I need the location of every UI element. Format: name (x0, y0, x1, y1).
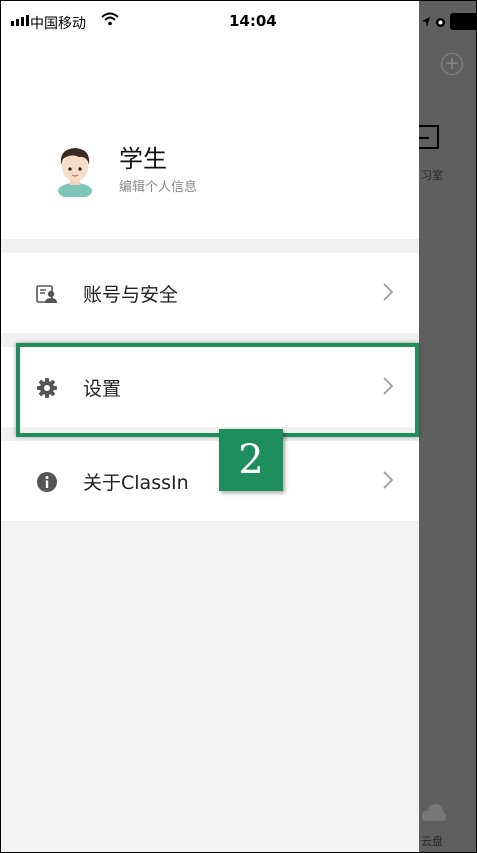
phone-screen: + 习室 云盘 学生 编辑个人信息 账号与安全 设置 关于ClassIn 2 中… (0, 0, 477, 853)
menu-label-about: 关于ClassIn (83, 472, 189, 494)
background-cloud-label: 云盘 (421, 835, 443, 848)
alarm-icon (436, 17, 445, 27)
avatar[interactable] (49, 141, 101, 197)
battery-icon (450, 13, 476, 30)
add-icon[interactable]: + (441, 53, 463, 75)
status-bar: 中国移动 14:04 (1, 1, 476, 41)
menu-item-account-security[interactable]: 账号与安全 (1, 253, 419, 333)
drawer-empty-area (1, 523, 419, 852)
chevron-right-icon (383, 471, 394, 489)
settings-highlight-box (16, 343, 419, 437)
cloud-icon (421, 804, 447, 821)
chevron-right-icon (383, 283, 394, 301)
status-right-group (421, 13, 476, 30)
location-icon (422, 16, 430, 27)
menu-label-account-security: 账号与安全 (83, 284, 179, 306)
menu-item-about[interactable]: 关于ClassIn (1, 441, 419, 521)
background-tab-label: 习室 (421, 169, 443, 182)
id-card-icon (36, 285, 57, 303)
profile-name: 学生 (119, 145, 167, 173)
signal-icon (11, 15, 29, 26)
carrier-name: 中国移动 (30, 16, 86, 32)
status-time: 14:04 (229, 12, 277, 30)
wifi-icon (101, 12, 119, 26)
step-number-badge: 2 (219, 429, 283, 491)
info-icon (37, 472, 57, 492)
classroom-icon (417, 125, 439, 149)
edit-profile-link[interactable]: 编辑个人信息 (119, 176, 197, 195)
